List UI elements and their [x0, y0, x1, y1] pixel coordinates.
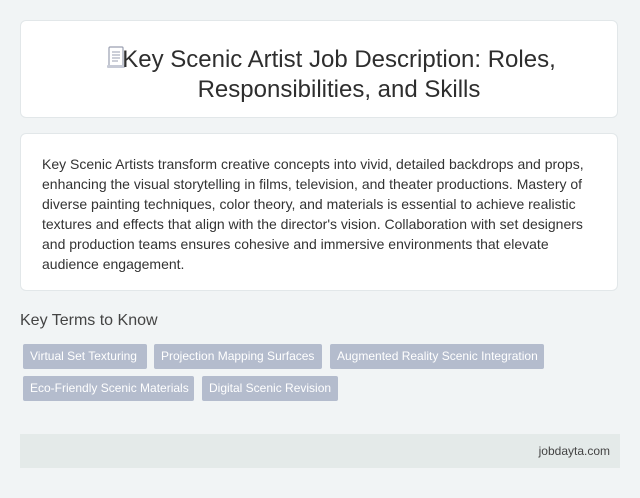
- page-title: Key Scenic Artist Job Description: Roles…: [122, 46, 556, 103]
- footer-site-link[interactable]: jobdayta.com: [539, 444, 610, 458]
- tag-augmented-reality-scenic-integration[interactable]: Augmented Reality Scenic Integration: [330, 344, 544, 369]
- key-terms-heading: Key Terms to Know: [20, 312, 158, 329]
- page: Key Scenic Artist Job Description: Roles…: [0, 0, 640, 498]
- tag-projection-mapping-surfaces[interactable]: Projection Mapping Surfaces: [154, 344, 322, 369]
- description-text: Key Scenic Artists transform creative co…: [42, 156, 584, 272]
- tag-eco-friendly-scenic-materials[interactable]: Eco-Friendly Scenic Materials: [23, 376, 194, 401]
- description-card: Key Scenic Artists transform creative co…: [20, 133, 618, 291]
- title-card: Key Scenic Artist Job Description: Roles…: [20, 20, 618, 118]
- tag-virtual-set-texturing[interactable]: Virtual Set Texturing: [23, 344, 147, 369]
- tag-digital-scenic-revision[interactable]: Digital Scenic Revision: [202, 376, 338, 401]
- footer: jobdayta.com: [20, 434, 620, 468]
